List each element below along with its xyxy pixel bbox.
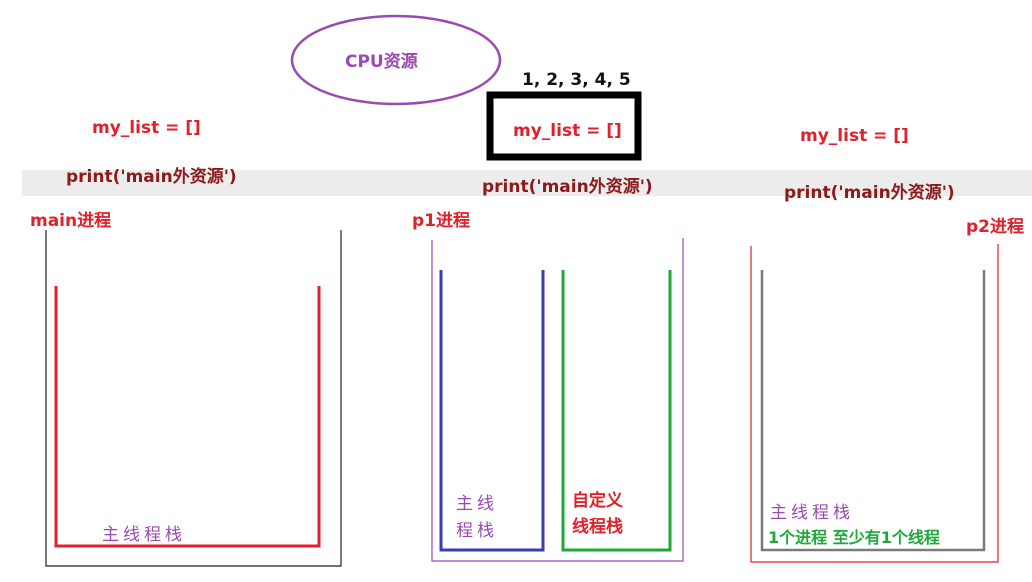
- p2-my-list-declaration: my_list = []: [800, 126, 909, 146]
- main-thread-stack-label: 主线程栈: [102, 525, 186, 545]
- p2-process-thread-note: 1个进程 至少有1个线程: [768, 528, 940, 547]
- p2-process-title: p2进程: [966, 217, 1024, 237]
- p1-main-stack-label-line2: 程栈: [456, 521, 498, 541]
- p1-my-list-declaration: my_list = []: [513, 121, 622, 141]
- cpu-resource-label: CPU资源: [345, 52, 418, 72]
- main-print-statement: print('main外资源'): [66, 167, 237, 187]
- shared-list-values: 1, 2, 3, 4, 5: [522, 70, 631, 90]
- main-process-container: [45, 230, 342, 567]
- p2-print-statement: print('main外资源'): [784, 183, 955, 203]
- p1-custom-stack-label-line1: 自定义: [572, 491, 623, 511]
- p1-process-title: p1进程: [412, 211, 470, 231]
- p2-thread-stack-label: 主线程栈: [770, 503, 854, 523]
- p1-print-statement: print('main外资源'): [482, 177, 653, 197]
- main-process-title: main进程: [30, 211, 112, 231]
- process-diagram: [45, 14, 999, 567]
- main-thread-stack: [54, 286, 321, 548]
- p1-custom-stack-label-line2: 线程栈: [572, 517, 623, 537]
- p1-main-stack-label-line1: 主线: [456, 494, 498, 514]
- main-my-list-declaration: my_list = []: [92, 118, 201, 138]
